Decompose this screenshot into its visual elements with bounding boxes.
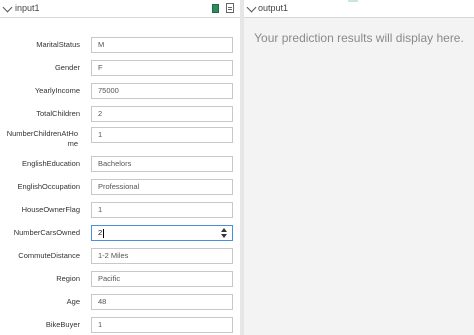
numbercarsowned-value: 2	[98, 228, 103, 237]
bikebuyer-input[interactable]: 1	[91, 317, 233, 333]
field-label: NumberChildrenAtHome	[6, 129, 78, 148]
yearlyincome-input[interactable]: 75000	[91, 83, 233, 99]
region-input[interactable]: Pacific	[91, 271, 233, 287]
number-stepper[interactable]	[221, 228, 227, 238]
englisheducation-input[interactable]: Bachelors	[91, 156, 233, 172]
field-label: EnglishEducation	[22, 159, 80, 168]
field-label: CommuteDistance	[18, 251, 80, 260]
input-form: MaritalStatus M Gender F YearlyIncome 75…	[0, 19, 240, 335]
field-label: BikeBuyer	[45, 320, 80, 329]
table-icon[interactable]	[212, 4, 219, 13]
gender-input[interactable]: F	[91, 60, 233, 76]
stepper-up-icon[interactable]	[221, 228, 227, 232]
totalchildren-input[interactable]: 2	[91, 106, 233, 122]
page: input1 MaritalStatus M Gender F YearlyIn…	[0, 0, 474, 335]
output-panel-header[interactable]: output1	[244, 0, 474, 18]
houseownerflag-input[interactable]: 1	[91, 202, 233, 218]
output-panel: output1 Your prediction results will dis…	[244, 0, 474, 335]
numbercarsowned-input[interactable]: 2	[91, 225, 233, 241]
field-label: TotalChildren	[36, 109, 80, 118]
chevron-down-icon[interactable]	[246, 2, 257, 13]
output-panel-title: output1	[258, 3, 289, 13]
input-panel-header[interactable]: input1	[0, 0, 240, 18]
maritalstatus-input[interactable]: M	[91, 37, 233, 53]
englishoccupation-input[interactable]: Professional	[91, 179, 233, 195]
numberchildrenathome-input[interactable]: 1	[91, 127, 233, 143]
field-label: MaritalStatus	[36, 40, 80, 49]
field-label: HouseOwnerFlag	[21, 205, 80, 214]
drag-handle-icon[interactable]	[348, 0, 358, 2]
input-panel: input1 MaritalStatus M Gender F YearlyIn…	[0, 0, 240, 335]
field-label: Age	[66, 297, 80, 306]
document-icon[interactable]	[226, 3, 234, 13]
input-panel-title: input1	[15, 3, 40, 13]
age-input[interactable]: 48	[91, 294, 233, 310]
field-label: EnglishOccupation	[17, 182, 80, 191]
commutedistance-input[interactable]: 1-2 Miles	[91, 248, 233, 264]
field-label: Region	[56, 274, 80, 283]
stepper-down-icon[interactable]	[221, 234, 227, 238]
text-caret	[103, 228, 105, 238]
output-placeholder: Your prediction results will display her…	[254, 31, 464, 45]
field-label: Gender	[54, 63, 80, 72]
field-label: YearlyIncome	[34, 86, 80, 95]
chevron-down-icon[interactable]	[2, 2, 13, 13]
field-label: NumberCarsOwned	[13, 228, 80, 237]
